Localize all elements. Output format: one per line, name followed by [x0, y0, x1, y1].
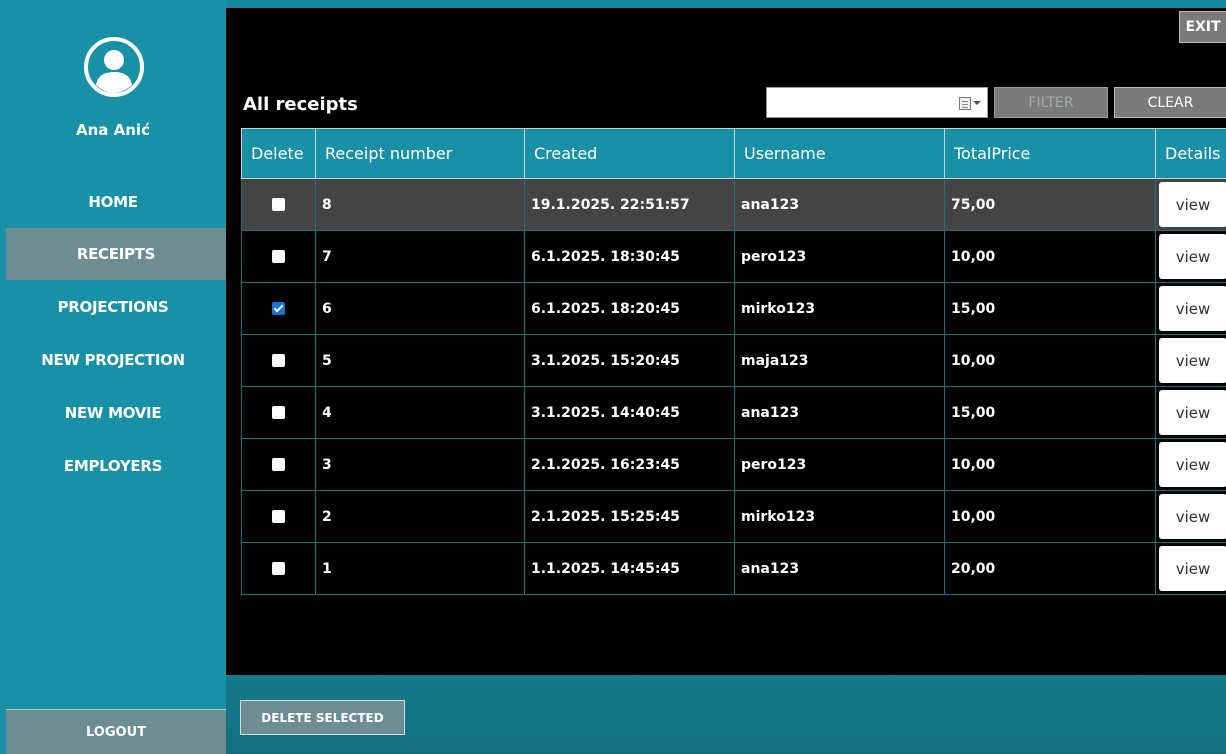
delete-checkbox[interactable]: [272, 406, 285, 419]
created-cell: 2.1.2025. 16:23:45: [524, 438, 735, 491]
table-row[interactable]: 1 1.1.2025. 14:45:45 ana123 20,00 view: [241, 542, 1226, 595]
view-details-button[interactable]: view: [1159, 442, 1226, 487]
page-title: All receipts: [243, 94, 358, 115]
filter-date-picker[interactable]: [766, 87, 988, 118]
details-cell: view: [1155, 178, 1226, 231]
view-details-button[interactable]: view: [1159, 286, 1226, 331]
table-row[interactable]: 5 3.1.2025. 15:20:45 maja123 10,00 view: [241, 334, 1226, 387]
delete-checkbox[interactable]: [272, 354, 285, 367]
row-checkbox-cell: [241, 386, 316, 439]
delete-selected-button[interactable]: DELETE SELECTED: [240, 700, 405, 735]
receipt-number-cell: 1: [315, 542, 525, 595]
total-price-cell: 10,00: [944, 438, 1156, 491]
table-row[interactable]: 4 3.1.2025. 14:40:45 ana123 15,00 view: [241, 386, 1226, 439]
view-details-button[interactable]: view: [1159, 234, 1226, 279]
details-cell: view: [1155, 230, 1226, 283]
view-details-button[interactable]: view: [1159, 338, 1226, 383]
username-cell: ana123: [734, 386, 945, 439]
filter-button[interactable]: FILTER: [994, 87, 1108, 118]
column-header-details[interactable]: Details: [1155, 128, 1226, 179]
username-cell: ana123: [734, 178, 945, 231]
total-price-cell: 15,00: [944, 386, 1156, 439]
nav-item-employers[interactable]: EMPLOYERS: [0, 440, 226, 492]
total-price-cell: 20,00: [944, 542, 1156, 595]
details-cell: view: [1155, 334, 1226, 387]
table-row[interactable]: 6 6.1.2025. 18:20:45 mirko123 15,00 view: [241, 282, 1226, 335]
receipt-number-cell: 8: [315, 178, 525, 231]
column-header-username[interactable]: Username: [734, 128, 945, 179]
table-header-row: Delete Receipt number Created Username T…: [241, 128, 1226, 179]
row-checkbox-cell: [241, 438, 316, 491]
created-cell: 3.1.2025. 14:40:45: [524, 386, 735, 439]
details-cell: view: [1155, 490, 1226, 543]
receipts-table: Delete Receipt number Created Username T…: [241, 128, 1226, 595]
view-details-button[interactable]: view: [1159, 182, 1226, 227]
username-cell: mirko123: [734, 282, 945, 335]
created-cell: 6.1.2025. 18:20:45: [524, 282, 735, 335]
nav-item-projections[interactable]: PROJECTIONS: [0, 281, 226, 333]
row-checkbox-cell: [241, 178, 316, 231]
clear-button[interactable]: CLEAR: [1114, 87, 1226, 118]
delete-checkbox[interactable]: [272, 198, 285, 211]
total-price-cell: 15,00: [944, 282, 1156, 335]
details-cell: view: [1155, 282, 1226, 335]
delete-checkbox[interactable]: [272, 250, 285, 263]
receipt-number-cell: 3: [315, 438, 525, 491]
total-price-cell: 10,00: [944, 334, 1156, 387]
nav-item-receipts[interactable]: RECEIPTS: [6, 228, 226, 280]
created-cell: 2.1.2025. 15:25:45: [524, 490, 735, 543]
username-cell: pero123: [734, 438, 945, 491]
column-header-delete[interactable]: Delete: [241, 128, 316, 179]
exit-button[interactable]: EXIT: [1179, 11, 1226, 43]
details-cell: view: [1155, 386, 1226, 439]
created-cell: 19.1.2025. 22:51:57: [524, 178, 735, 231]
row-checkbox-cell: [241, 334, 316, 387]
row-checkbox-cell: [241, 282, 316, 335]
user-name: Ana Anić: [76, 121, 150, 139]
username-cell: ana123: [734, 542, 945, 595]
username-cell: pero123: [734, 230, 945, 283]
column-header-created[interactable]: Created: [524, 128, 735, 179]
created-cell: 3.1.2025. 15:20:45: [524, 334, 735, 387]
delete-checkbox[interactable]: [272, 562, 285, 575]
row-checkbox-cell: [241, 490, 316, 543]
receipt-number-cell: 4: [315, 386, 525, 439]
table-row[interactable]: 3 2.1.2025. 16:23:45 pero123 10,00 view: [241, 438, 1226, 491]
username-cell: maja123: [734, 334, 945, 387]
table-row[interactable]: 2 2.1.2025. 15:25:45 mirko123 10,00 view: [241, 490, 1226, 543]
total-price-cell: 10,00: [944, 230, 1156, 283]
column-header-receipt-number[interactable]: Receipt number: [315, 128, 525, 179]
view-details-button[interactable]: view: [1159, 390, 1226, 435]
delete-checkbox[interactable]: [272, 510, 285, 523]
total-price-cell: 10,00: [944, 490, 1156, 543]
nav-item-new-movie[interactable]: NEW MOVIE: [0, 387, 226, 439]
logout-button[interactable]: LOGOUT: [6, 709, 226, 754]
receipt-number-cell: 2: [315, 490, 525, 543]
view-details-button[interactable]: view: [1159, 494, 1226, 539]
user-avatar-icon: [83, 36, 145, 98]
row-checkbox-cell: [241, 542, 316, 595]
details-cell: view: [1155, 438, 1226, 491]
receipt-number-cell: 7: [315, 230, 525, 283]
view-details-button[interactable]: view: [1159, 546, 1226, 591]
calendar-dropdown-icon[interactable]: [959, 96, 981, 110]
table-row[interactable]: 7 6.1.2025. 18:30:45 pero123 10,00 view: [241, 230, 1226, 283]
receipt-number-cell: 5: [315, 334, 525, 387]
created-cell: 1.1.2025. 14:45:45: [524, 542, 735, 595]
created-cell: 6.1.2025. 18:30:45: [524, 230, 735, 283]
delete-checkbox[interactable]: [272, 302, 285, 315]
receipt-number-cell: 6: [315, 282, 525, 335]
delete-checkbox[interactable]: [272, 458, 285, 471]
sidebar: Ana Anić HOME RECEIPTS PROJECTIONS NEW P…: [0, 0, 226, 754]
details-cell: view: [1155, 542, 1226, 595]
nav-item-home[interactable]: HOME: [0, 176, 226, 228]
row-checkbox-cell: [241, 230, 316, 283]
column-header-total-price[interactable]: TotalPrice: [944, 128, 1156, 179]
table-row[interactable]: 8 19.1.2025. 22:51:57 ana123 75,00 view: [241, 178, 1226, 231]
nav-item-new-projection[interactable]: NEW PROJECTION: [0, 334, 226, 386]
total-price-cell: 75,00: [944, 178, 1156, 231]
username-cell: mirko123: [734, 490, 945, 543]
